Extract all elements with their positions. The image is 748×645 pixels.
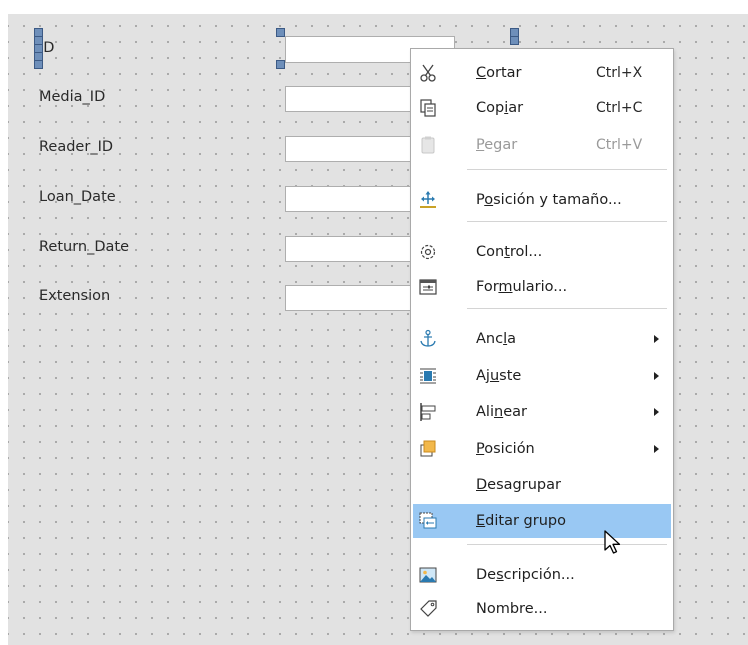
image-icon	[418, 565, 438, 585]
menu-item-description[interactable]: Descripción...	[413, 558, 671, 592]
arrange-icon	[418, 439, 438, 459]
anchor-icon	[418, 329, 438, 349]
wrap-icon	[418, 366, 438, 386]
menu-item-form[interactable]: Formulario...	[413, 270, 671, 304]
menu-separator	[467, 308, 667, 309]
scissors-icon	[418, 63, 438, 83]
selection-handle[interactable]	[510, 36, 519, 45]
selection-handle[interactable]	[276, 28, 285, 37]
menu-item-position-size[interactable]: Posición y tamaño...	[413, 183, 671, 217]
field-label-extension[interactable]: Extension	[39, 288, 110, 304]
align-icon	[418, 402, 438, 422]
menu-item-name[interactable]: Nombre...	[413, 592, 671, 626]
menu-item-align[interactable]: Alinear	[413, 395, 671, 429]
copy-icon	[418, 98, 438, 118]
menu-item-paste[interactable]: Pegar Ctrl+V	[413, 128, 671, 162]
menu-item-anchor[interactable]: Ancla	[413, 322, 671, 356]
menu-item-control[interactable]: Control...	[413, 235, 671, 269]
mouse-cursor-icon	[604, 530, 621, 554]
position-size-icon	[418, 190, 438, 210]
shortcut-text: Ctrl+C	[596, 100, 643, 116]
field-label-return-date[interactable]: Return_Date	[39, 239, 129, 255]
context-menu[interactable]: Cortar Ctrl+X Copiar Ctrl+C Pegar Ctrl+V…	[410, 48, 674, 631]
menu-item-edit-group[interactable]: Editar grupo	[413, 504, 671, 538]
menu-separator	[467, 169, 667, 170]
paste-icon	[418, 135, 438, 155]
menu-item-wrap[interactable]: Ajuste	[413, 359, 671, 393]
field-label-reader-id[interactable]: Reader_ID	[39, 139, 113, 155]
submenu-arrow-icon	[654, 408, 659, 416]
menu-item-cut[interactable]: Cortar Ctrl+X	[413, 56, 671, 90]
field-label-media-id[interactable]: Media_ID	[39, 89, 105, 105]
submenu-arrow-icon	[654, 335, 659, 343]
menu-item-arrange[interactable]: Posición	[413, 432, 671, 466]
menu-item-ungroup[interactable]: Desagrupar	[413, 468, 671, 502]
submenu-arrow-icon	[654, 372, 659, 380]
gear-icon	[418, 242, 438, 262]
tag-icon	[418, 599, 438, 619]
menu-separator	[467, 544, 667, 545]
selection-handle[interactable]	[276, 60, 285, 69]
field-label-loan-date[interactable]: Loan_Date	[39, 189, 116, 205]
shortcut-text: Ctrl+V	[596, 137, 643, 153]
menu-item-copy[interactable]: Copiar Ctrl+C	[413, 91, 671, 125]
shortcut-text: Ctrl+X	[596, 65, 643, 81]
selection-handle[interactable]	[34, 60, 43, 69]
edit-group-icon	[418, 511, 438, 531]
submenu-arrow-icon	[654, 445, 659, 453]
menu-separator	[467, 221, 667, 222]
form-icon	[418, 277, 438, 297]
